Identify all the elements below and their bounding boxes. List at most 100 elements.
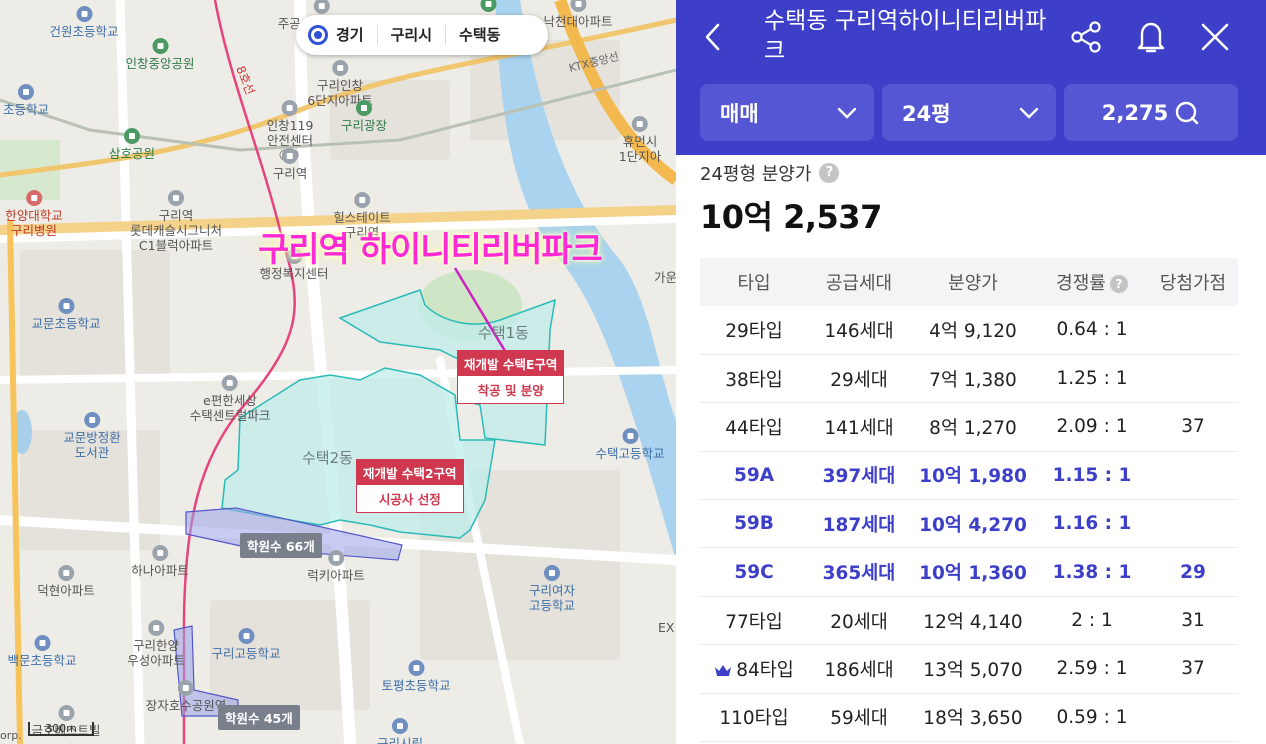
map-poi[interactable]: 수택고등학교: [595, 428, 665, 461]
cell-ratio: 1.15 : 1: [1036, 451, 1148, 501]
poi-marker-icon: [57, 705, 74, 721]
region-breadcrumb[interactable]: 경기 구리시 수택동: [296, 15, 548, 55]
cell-units: 397세대: [808, 451, 910, 501]
map-poi[interactable]: 백문초등학교: [7, 635, 77, 668]
cell-score: [1148, 354, 1238, 404]
map-poi[interactable]: 구리역: [273, 148, 307, 181]
size-select[interactable]: 24평: [882, 84, 1056, 141]
region-city[interactable]: 구리시: [376, 25, 445, 45]
poi-marker-icon: [167, 190, 184, 206]
region-province[interactable]: 경기: [330, 25, 377, 45]
map-poi[interactable]: 인창중앙공원: [125, 38, 195, 71]
map-poi[interactable]: 장자호수공원역: [146, 680, 226, 713]
cell-text: 10억 1,360: [919, 563, 1027, 585]
map-poi[interactable]: 교문방정환 도서관: [63, 412, 121, 460]
poi-label: 휴먼시: [622, 134, 658, 149]
poi-label: 초등학교: [2, 102, 50, 117]
poi-marker-icon: [147, 620, 164, 636]
map-poi[interactable]: 인창119 안전센터: [266, 100, 314, 148]
cell-type: 110타입: [700, 693, 808, 743]
academy-count-2[interactable]: 학원수 45개: [218, 705, 300, 730]
map-poi[interactable]: 하나아파트: [131, 545, 189, 578]
cell-text: 187세대: [822, 514, 896, 536]
map-poi[interactable]: 낙천대아파트: [543, 0, 613, 29]
map-poi[interactable]: 구리역 롯데캐슬시그니처 C1블럭아파트: [130, 190, 222, 253]
table-row[interactable]: 59B 187세대 10억 4,270 1.16 : 1: [700, 499, 1238, 549]
map-poi[interactable]: 구리한양 우성아파트: [127, 620, 185, 668]
cell-text: 141세대: [824, 417, 894, 439]
map-poi[interactable]: 휴먼시 1단지아: [619, 116, 661, 164]
share-button[interactable]: [1067, 18, 1105, 56]
cell-text: 146세대: [824, 320, 894, 342]
cell-ratio: 1.25 : 1: [1036, 354, 1148, 404]
map-view[interactable]: 8호선 KTX중앙선 건원초등학교주공4단지아파트도농체육공원낙천대아파트인창중…: [0, 0, 676, 744]
cell-score: [1148, 499, 1238, 549]
bell-icon: [1137, 22, 1165, 53]
poi-marker-icon: [17, 84, 34, 100]
map-poi[interactable]: 한양대학교 구리병원: [5, 190, 63, 238]
cell-text: 7억 1,380: [929, 369, 1017, 391]
help-icon[interactable]: ?: [1109, 275, 1128, 293]
redev-e-marker[interactable]: 재개발 수택E구역 착공 및 분양: [457, 350, 565, 404]
table-row[interactable]: 59A 397세대 10억 1,980 1.15 : 1: [700, 451, 1238, 501]
close-button[interactable]: [1196, 18, 1234, 56]
cell-text: 38타입: [725, 369, 783, 391]
comments-button[interactable]: 2,275: [1064, 84, 1238, 141]
map-poi[interactable]: 교문초등학교: [31, 298, 101, 331]
table-row[interactable]: 77타입 20세대 12억 4,140 2 : 1 31: [700, 596, 1238, 646]
poi-label: 구리광장: [340, 118, 388, 133]
trade-type-select[interactable]: 매매: [700, 84, 874, 141]
cell-text: 1.38 : 1: [1052, 561, 1132, 583]
map-poi[interactable]: 초등학교: [3, 84, 49, 117]
cell-text: 110타입: [719, 708, 789, 730]
map-poi[interactable]: 건원초등학교: [49, 6, 119, 39]
table-row[interactable]: 38타입 29세대 7억 1,380 1.25 : 1: [700, 354, 1238, 404]
map-poi[interactable]: 구리여자 고등학교: [529, 565, 575, 613]
poi-marker-icon: [151, 38, 168, 54]
poi-label: 안전센터: [266, 133, 314, 148]
redev-2-marker[interactable]: 재개발 수택2구역 시공사 선정: [356, 459, 464, 513]
cell-type: 59C: [700, 547, 808, 597]
poi-label: 구리고등학교: [211, 646, 281, 661]
table-row[interactable]: 59C 365세대 10억 1,360 1.38 : 1 29: [700, 547, 1238, 597]
location-target-icon[interactable]: [308, 25, 328, 45]
map-poi[interactable]: 구리시립: [377, 718, 423, 744]
poi-marker-icon: [151, 545, 168, 561]
help-icon[interactable]: ?: [819, 163, 840, 183]
cell-type: 59A: [700, 451, 808, 501]
panel-header: 수택동 구리역하이니티리버파크 매매 24평 2,275: [676, 0, 1266, 155]
price-caption: 24평형 분양가 ?: [700, 160, 840, 186]
page-title: 수택동 구리역하이니티리버파크: [764, 8, 1047, 64]
map-poi[interactable]: 삼호공원: [109, 128, 155, 161]
cell-units: 187세대: [808, 499, 910, 549]
table-row[interactable]: 29타입 146세대 4억 9,120 0.64 : 1: [700, 306, 1238, 355]
cell-score: 37: [1148, 644, 1238, 694]
cell-text: 29세대: [830, 369, 888, 391]
cell-units: 59세대: [808, 693, 910, 743]
cell-type: 84타입: [700, 644, 808, 694]
cell-score: [1148, 306, 1238, 355]
region-dong[interactable]: 수택동: [445, 25, 513, 45]
poi-label: 하나아파트: [131, 563, 189, 578]
poi-marker-icon: [75, 6, 92, 22]
cell-text: 29: [1180, 561, 1206, 583]
poi-label: 럭키아파트: [307, 568, 365, 583]
back-button[interactable]: [694, 18, 732, 56]
map-poi[interactable]: 토평초등학교: [381, 660, 451, 693]
table-row[interactable]: 84타입 186세대 13억 5,070 2.59 : 1 37: [700, 644, 1238, 694]
map-poi[interactable]: 덕현아파트: [37, 565, 95, 598]
edge-text-1: 가운: [654, 270, 676, 285]
poi-label: 건원초등학교: [49, 24, 119, 39]
alert-button[interactable]: [1132, 18, 1170, 56]
cell-price: 7억 1,380: [910, 354, 1036, 404]
table-header-row: 타입 공급세대 분양가 경쟁률? 당첨가점: [700, 258, 1238, 306]
table-row[interactable]: 110타입 59세대 18억 3,650 0.59 : 1: [700, 693, 1238, 743]
poi-marker-icon: [281, 148, 298, 164]
map-poi[interactable]: 구리고등학교: [211, 628, 281, 661]
map-poi[interactable]: e편한세상 수택센트럴파크: [190, 375, 270, 423]
cell-text: 0.64 : 1: [1056, 319, 1128, 341]
academy-count-1[interactable]: 학원수 66개: [240, 533, 322, 558]
table-row[interactable]: 44타입 141세대 8억 1,270 2.09 : 1 37: [700, 402, 1238, 452]
poi-marker-icon: [177, 680, 194, 696]
map-poi[interactable]: 구리광장: [341, 100, 387, 133]
